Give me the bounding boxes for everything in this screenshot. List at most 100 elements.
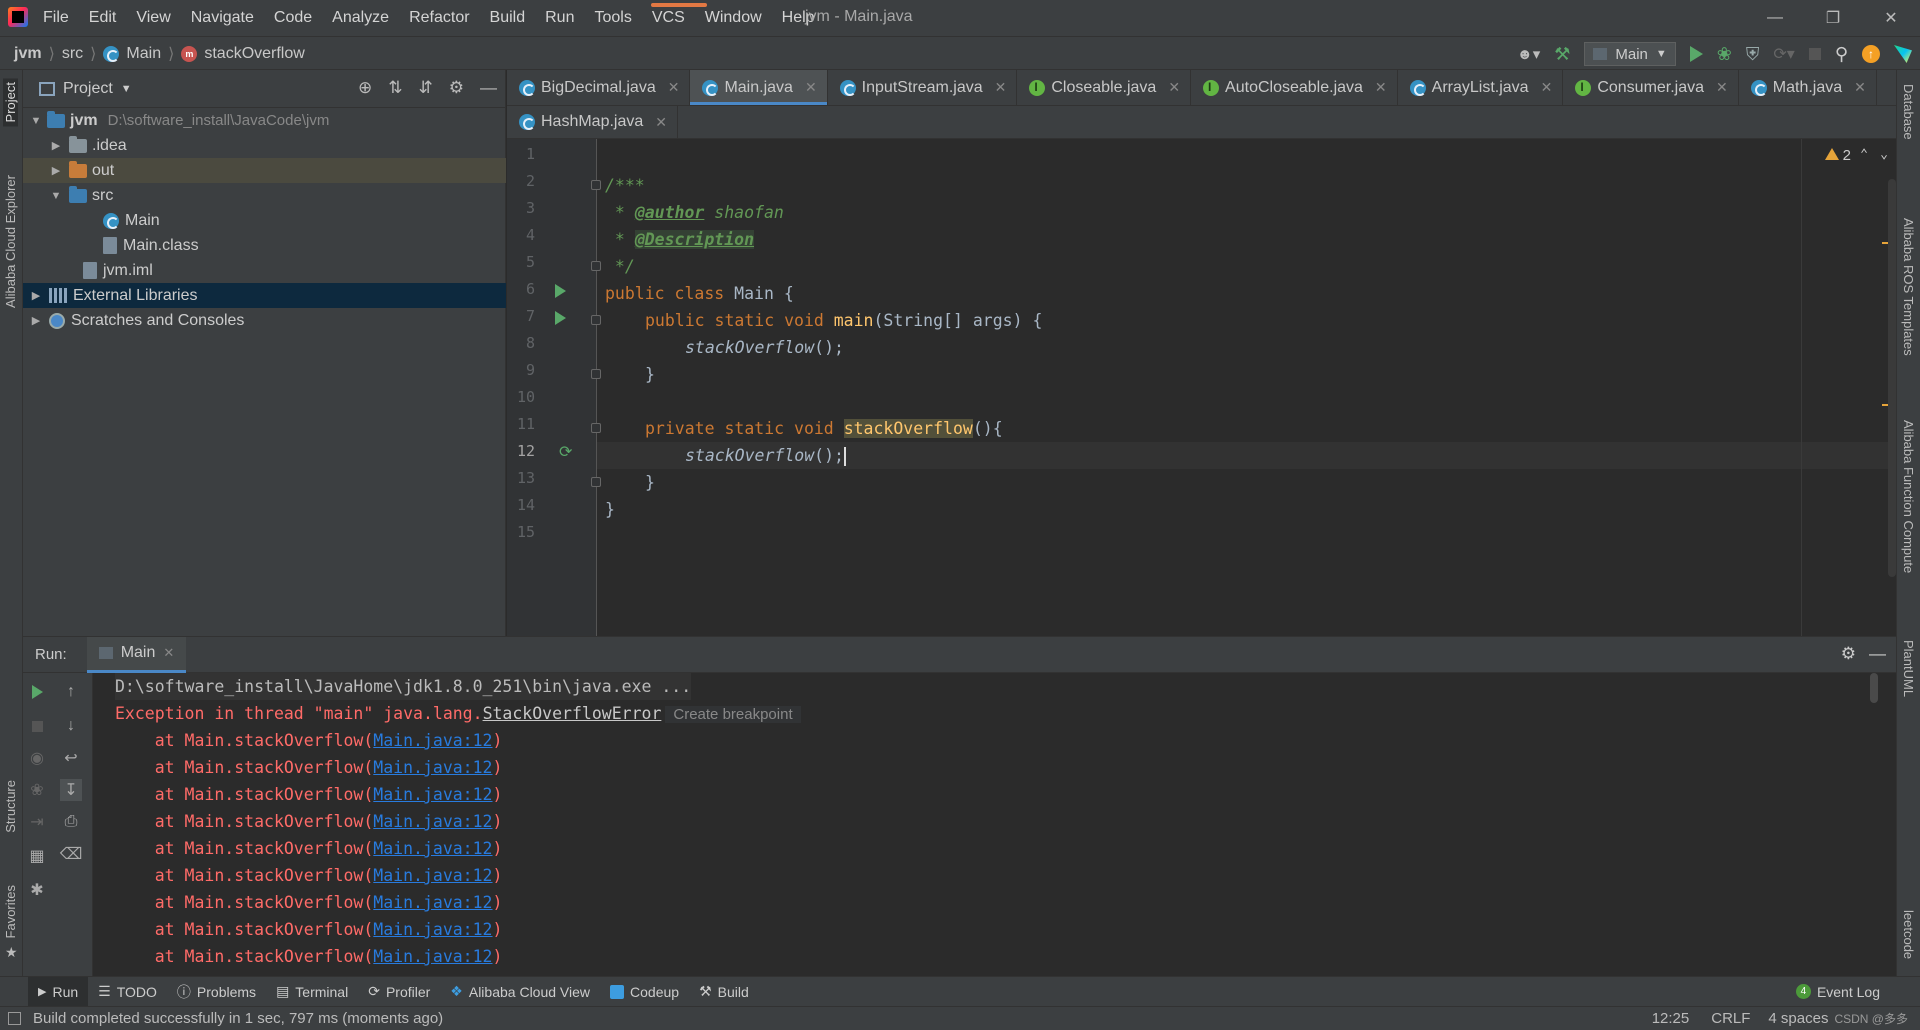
source-link[interactable]: Main.java:12 bbox=[373, 866, 492, 885]
toolwindow-alibaba-cloud-view[interactable]: ❖ Alibaba Cloud View bbox=[440, 977, 600, 1007]
close-icon[interactable]: ✕ bbox=[1375, 79, 1387, 96]
fold-icon[interactable] bbox=[591, 261, 601, 271]
console-output[interactable]: D:\software_install\JavaHome\jdk1.8.0_25… bbox=[95, 673, 1880, 977]
fold-icon[interactable] bbox=[591, 180, 601, 190]
indent-setting[interactable]: 4 spaces bbox=[1768, 1010, 1828, 1027]
tab-consumer[interactable]: Consumer.java ✕ bbox=[1563, 70, 1739, 105]
close-icon[interactable]: ✕ bbox=[1716, 79, 1728, 96]
project-view-title[interactable]: Project bbox=[63, 80, 113, 98]
source-link[interactable]: Main.java:12 bbox=[373, 947, 492, 966]
menu-tools[interactable]: Tools bbox=[594, 9, 631, 27]
tree-item-out[interactable]: ▶ out bbox=[23, 158, 506, 183]
coverage-icon[interactable]: ⛨ bbox=[1746, 44, 1760, 65]
toolwindow-terminal[interactable]: ▤ Terminal bbox=[266, 977, 358, 1007]
line-separator[interactable]: CRLF bbox=[1711, 1010, 1750, 1027]
breadcrumb-project[interactable]: jvm bbox=[14, 45, 42, 63]
user-icon[interactable]: ☻▾ bbox=[1517, 45, 1540, 63]
stop-icon[interactable] bbox=[1808, 48, 1821, 60]
chevron-down-icon[interactable]: ▼ bbox=[121, 83, 132, 95]
exit-icon[interactable]: ⇥ bbox=[26, 811, 48, 833]
camera-icon[interactable]: ◉ bbox=[26, 747, 48, 769]
tree-item-main[interactable]: Main bbox=[23, 208, 506, 233]
build-hammer-icon[interactable]: ⚒ bbox=[1554, 44, 1570, 65]
tree-item-jvm-iml[interactable]: jvm.iml bbox=[23, 258, 506, 283]
menu-view[interactable]: View bbox=[136, 9, 170, 27]
tab-main[interactable]: Main.java ✕ bbox=[690, 70, 828, 105]
toolwindow-profiler[interactable]: ⟳ Profiler bbox=[358, 977, 440, 1007]
source-link[interactable]: Main.java:12 bbox=[373, 785, 492, 804]
gear-icon[interactable]: ⚙ bbox=[1841, 644, 1856, 664]
code-editor[interactable]: 1 2 3 4 5 6 7 8 9 10 11 12 13 14 15 ⟳ /*… bbox=[507, 139, 1896, 636]
tool-windows-toggle-icon[interactable] bbox=[8, 1012, 21, 1025]
database-tool-button[interactable]: Database bbox=[1901, 84, 1916, 140]
chevron-right-icon[interactable]: ▶ bbox=[49, 164, 63, 177]
menu-analyze[interactable]: Analyze bbox=[332, 9, 389, 27]
print-icon[interactable]: ⎙ bbox=[60, 811, 82, 833]
toolwindow-build[interactable]: ⚒ Build bbox=[689, 977, 759, 1007]
exception-class-link[interactable]: StackOverflowError bbox=[483, 704, 662, 723]
source-link[interactable]: Main.java:12 bbox=[373, 920, 492, 939]
chevron-right-icon[interactable]: ▶ bbox=[29, 314, 43, 327]
toolwindow-problems[interactable]: ⓘ Problems bbox=[167, 977, 266, 1007]
gear-icon[interactable]: ⚙ bbox=[449, 78, 464, 98]
source-link[interactable]: Main.java:12 bbox=[373, 731, 492, 750]
tab-inputstream[interactable]: InputStream.java ✕ bbox=[828, 70, 1018, 105]
run-gutter-icon[interactable] bbox=[555, 311, 566, 325]
chevron-right-icon[interactable]: ▶ bbox=[49, 139, 63, 152]
favorites-tool-button[interactable]: Favorites bbox=[3, 885, 18, 938]
tree-item-src[interactable]: ▼ src bbox=[23, 183, 506, 208]
tree-item-main-class[interactable]: Main.class bbox=[23, 233, 506, 258]
chevron-right-icon[interactable]: ▶ bbox=[29, 289, 43, 302]
scroll-to-end-icon[interactable]: ↧ bbox=[60, 779, 82, 801]
toolwindow-todo[interactable]: ☰ TODO bbox=[88, 977, 167, 1007]
structure-tool-button[interactable]: Structure bbox=[3, 780, 18, 833]
chevron-down-icon[interactable]: ⌄ bbox=[1880, 147, 1888, 162]
menu-refactor[interactable]: Refactor bbox=[409, 9, 469, 27]
close-icon[interactable]: ✕ bbox=[1854, 79, 1866, 96]
caret-position[interactable]: 12:25 bbox=[1652, 1010, 1690, 1027]
fold-icon[interactable] bbox=[591, 477, 601, 487]
close-icon[interactable]: ✕ bbox=[1541, 79, 1553, 96]
project-tool-button[interactable]: Project bbox=[3, 78, 18, 127]
locate-icon[interactable]: ⊕ bbox=[358, 78, 372, 98]
hide-icon[interactable]: — bbox=[480, 78, 497, 98]
run-configuration-select[interactable]: Main ▼ bbox=[1584, 42, 1676, 66]
fold-icon[interactable] bbox=[591, 369, 601, 379]
source-link[interactable]: Main.java:12 bbox=[373, 758, 492, 777]
close-icon[interactable]: ✕ bbox=[805, 79, 817, 96]
run-gutter-icon[interactable] bbox=[555, 284, 566, 298]
menu-run[interactable]: Run bbox=[545, 9, 574, 27]
breadcrumb-src[interactable]: src bbox=[62, 45, 83, 63]
menu-file[interactable]: File bbox=[43, 9, 69, 27]
tab-math[interactable]: Math.java ✕ bbox=[1739, 70, 1877, 105]
status-message[interactable]: Build completed successfully in 1 sec, 7… bbox=[33, 1010, 443, 1027]
source-link[interactable]: Main.java:12 bbox=[373, 893, 492, 912]
source-link[interactable]: Main.java:12 bbox=[373, 812, 492, 831]
breadcrumb-class[interactable]: Main bbox=[126, 45, 161, 63]
close-icon[interactable]: ✕ bbox=[163, 645, 174, 661]
debug-bug-icon[interactable]: ❀ bbox=[1717, 44, 1732, 65]
tree-item-scratches[interactable]: ▶ Scratches and Consoles bbox=[23, 308, 506, 333]
source-link[interactable]: Main.java:12 bbox=[373, 839, 492, 858]
chevron-down-icon[interactable]: ▼ bbox=[29, 115, 43, 127]
tab-autocloseable[interactable]: AutoCloseable.java ✕ bbox=[1191, 70, 1398, 105]
expand-all-icon[interactable]: ⇅ bbox=[388, 78, 402, 98]
tree-item-idea[interactable]: ▶ .idea bbox=[23, 133, 506, 158]
tree-item-external-libraries[interactable]: ▶ External Libraries bbox=[23, 283, 506, 308]
tree-item-jvm[interactable]: ▼ jvm D:\software_install\JavaCode\jvm bbox=[23, 108, 506, 133]
minimize-icon[interactable]: — bbox=[1746, 0, 1804, 36]
leetcode-tool-button[interactable]: leetcode bbox=[1901, 910, 1916, 959]
debug-bug-icon[interactable]: ❀ bbox=[26, 779, 48, 801]
toolwindow-run[interactable]: ▶ Run bbox=[28, 976, 89, 1007]
menu-navigate[interactable]: Navigate bbox=[191, 9, 254, 27]
tab-bigdecimal[interactable]: BigDecimal.java ✕ bbox=[507, 70, 691, 105]
ros-templates-tool-button[interactable]: Alibaba ROS Templates bbox=[1901, 218, 1916, 356]
tab-hashmap[interactable]: HashMap.java ✕ bbox=[507, 106, 679, 138]
menu-code[interactable]: Code bbox=[274, 9, 312, 27]
create-breakpoint-link[interactable]: Create breakpoint bbox=[665, 706, 801, 723]
rerun-icon[interactable] bbox=[26, 681, 48, 703]
tab-closeable[interactable]: Closeable.java ✕ bbox=[1017, 70, 1192, 105]
close-icon[interactable]: ✕ bbox=[668, 79, 680, 96]
run-icon[interactable] bbox=[1689, 46, 1703, 62]
close-icon[interactable]: ✕ bbox=[995, 79, 1007, 96]
